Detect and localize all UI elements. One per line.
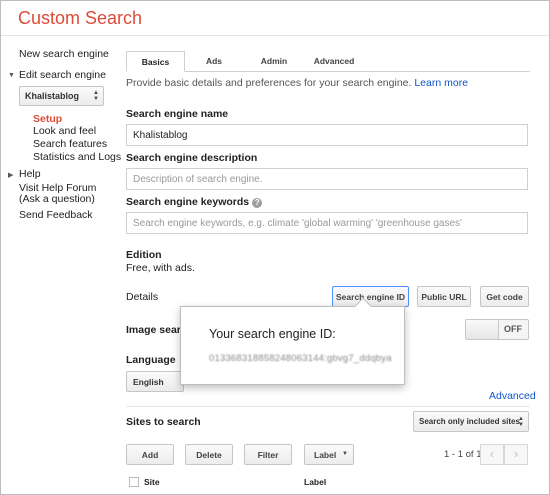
get-code-button[interactable]: Get code (480, 286, 529, 307)
tab-advanced[interactable]: Advanced (303, 51, 365, 72)
updown-arrows-icon: ▲ ▼ (93, 90, 99, 102)
popup-title: Your search engine ID: (209, 327, 336, 341)
label-dropdown-button[interactable]: Label ▼ (304, 444, 354, 465)
toggle-state: OFF (504, 324, 522, 334)
sidebar-ask-question-link[interactable]: (Ask a question) (19, 193, 95, 205)
language-label: Language (126, 354, 176, 366)
engine-description-field[interactable]: Description of search engine. (126, 168, 528, 190)
details-label: Details (126, 291, 159, 303)
intro-description: Provide basic details and preferences fo… (126, 77, 412, 89)
engine-keywords-field[interactable]: Search engine keywords, e.g. climate 'gl… (126, 212, 528, 234)
sites-to-search-label: Sites to search (126, 416, 201, 428)
edition-label: Edition (126, 249, 162, 261)
tab-basics[interactable]: Basics (126, 51, 185, 72)
engine-name-label: Search engine name (126, 108, 229, 120)
toggle-knob (466, 320, 499, 339)
delete-site-button[interactable]: Delete (185, 444, 233, 465)
add-site-button[interactable]: Add (126, 444, 174, 465)
help-icon[interactable]: ? (252, 198, 263, 208)
sidebar-edit-engine-link[interactable]: Edit search engine (19, 69, 106, 81)
pager-count: 1 - 1 of 1 (444, 449, 482, 460)
caret-right-icon: ▶ (8, 172, 14, 179)
engine-select-value: Khalistablog (25, 91, 80, 101)
sidebar-item-look-and-feel[interactable]: Look and feel (33, 125, 96, 137)
sidebar-item-search-features[interactable]: Search features (33, 138, 107, 150)
sidebar-help-link[interactable]: Help (19, 168, 41, 180)
sidebar-item-setup[interactable]: Setup (33, 113, 62, 125)
advanced-link[interactable]: Advanced (489, 390, 536, 402)
engine-keywords-label-text: Search engine keywords (126, 196, 250, 208)
chevron-right-icon: › (514, 447, 518, 461)
sidebar-item-statistics[interactable]: Statistics and Logs (33, 151, 121, 163)
engine-keywords-label: Search engine keywords? (126, 196, 263, 208)
caret-down-icon: ▼ (8, 72, 15, 79)
search-engine-id-popup: Your search engine ID: 01336831885824806… (180, 297, 405, 385)
sites-filter-value: Search only included sites (419, 417, 520, 426)
engine-description-label: Search engine description (126, 152, 258, 164)
image-search-toggle[interactable]: OFF (465, 319, 529, 340)
learn-more-link[interactable]: Learn more (414, 77, 468, 89)
prev-page-button[interactable]: ‹ (480, 444, 504, 465)
header-divider (1, 35, 549, 36)
updown-arrows-icon: ▲ ▼ (518, 416, 524, 428)
public-url-button[interactable]: Public URL (417, 286, 471, 307)
label-dropdown-text: Label (314, 450, 337, 460)
edition-value: Free, with ads. (126, 262, 195, 274)
sidebar-new-engine-link[interactable]: New search engine (19, 48, 109, 60)
caret-down-icon: ▼ (342, 451, 348, 457)
engine-name-field[interactable]: Khalistablog (126, 124, 528, 146)
column-header-label[interactable]: Label (304, 477, 326, 487)
app-title: Custom Search (18, 8, 143, 28)
sites-filter-select[interactable]: Search only included sites ▲ ▼ (413, 411, 529, 432)
section-divider (126, 406, 530, 407)
chevron-left-icon: ‹ (490, 447, 494, 461)
tab-admin[interactable]: Admin (245, 51, 303, 72)
popup-engine-id[interactable]: 013368318858248063144:gbvg7_ddqbya (209, 353, 392, 364)
tab-ads[interactable]: Ads (185, 51, 243, 72)
next-page-button[interactable]: › (504, 444, 528, 465)
sidebar-send-feedback-link[interactable]: Send Feedback (19, 209, 93, 221)
search-engine-id-button[interactable]: Search engine ID (332, 286, 409, 307)
intro-text: Provide basic details and preferences fo… (126, 77, 468, 89)
app-frame: Custom Search New search engine ▼ Edit s… (0, 0, 550, 495)
filter-sites-button[interactable]: Filter (244, 444, 292, 465)
engine-select[interactable]: Khalistablog ▲ ▼ (19, 86, 104, 106)
select-all-checkbox[interactable] (129, 477, 139, 487)
language-select[interactable]: English (126, 371, 184, 392)
column-header-site[interactable]: Site (144, 477, 160, 487)
